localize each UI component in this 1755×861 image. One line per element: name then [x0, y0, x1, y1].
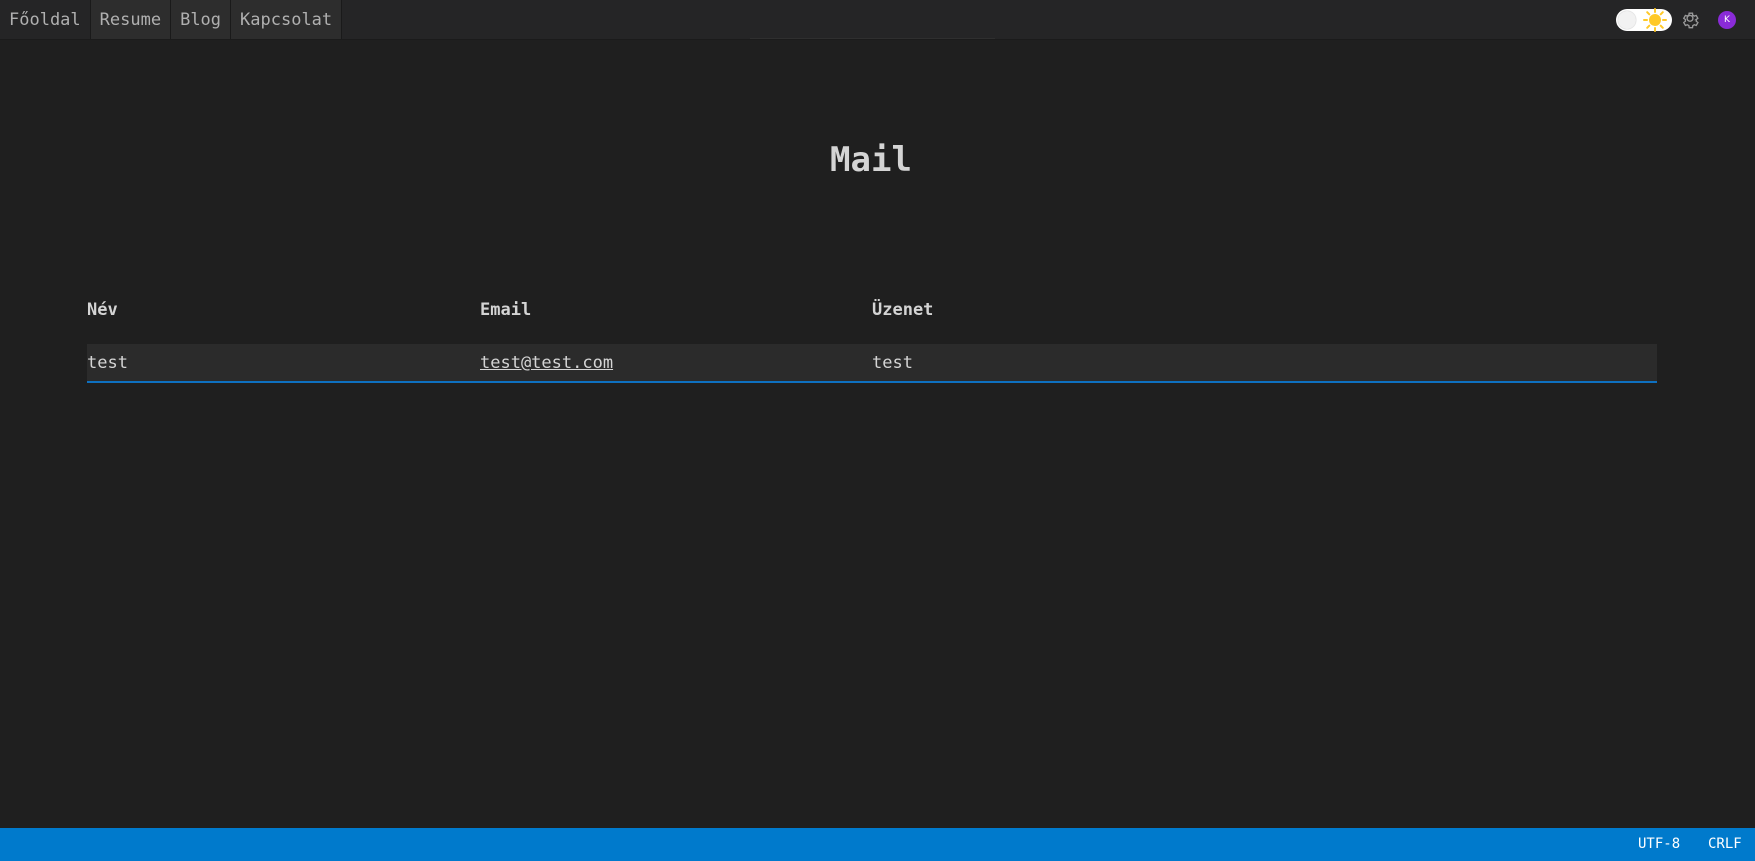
- cell-message: test: [872, 352, 913, 373]
- table-spacer: [87, 335, 1657, 344]
- status-line-ending[interactable]: CRLF: [1708, 828, 1742, 861]
- email-link[interactable]: test@test.com: [480, 353, 613, 373]
- header-message: Üzenet: [872, 300, 934, 320]
- gear-icon[interactable]: [1680, 10, 1700, 30]
- status-bar: UTF-8 CRLF: [0, 828, 1755, 861]
- tab-fooldal[interactable]: Főoldal: [0, 0, 91, 39]
- header-email: Email: [480, 300, 532, 320]
- table-row: test test@test.com test: [87, 344, 1657, 382]
- table-header-row: Név Email Üzenet: [87, 285, 1657, 335]
- tab-kapcsolat[interactable]: Kapcsolat: [231, 0, 343, 39]
- theme-toggle[interactable]: [1616, 8, 1672, 32]
- sun-icon: [1643, 8, 1667, 32]
- cell-name: test: [87, 352, 128, 373]
- top-bar-divider: [750, 38, 995, 39]
- status-encoding[interactable]: UTF-8: [1638, 828, 1680, 861]
- avatar[interactable]: K: [1718, 11, 1736, 29]
- cell-email: test@test.com: [480, 344, 872, 382]
- header-name: Név: [87, 300, 118, 320]
- toggle-knob: [1618, 11, 1636, 29]
- page-title: Mail: [830, 140, 912, 180]
- top-navigation-bar: Főoldal Resume Blog Kapcsolat K: [0, 0, 1755, 40]
- tab-resume[interactable]: Resume: [90, 0, 172, 39]
- mail-table: Név Email Üzenet test test@test.com test: [87, 285, 1657, 383]
- nav-tabs: Főoldal Resume Blog Kapcsolat: [0, 0, 1755, 39]
- tab-blog[interactable]: Blog: [171, 0, 232, 39]
